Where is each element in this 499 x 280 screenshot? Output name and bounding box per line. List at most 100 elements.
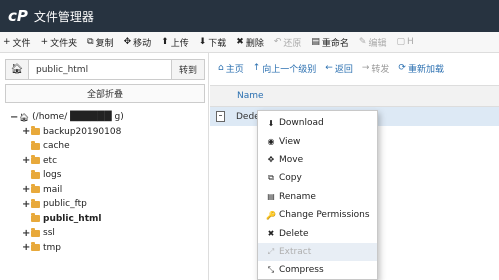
nav-label: 返回	[334, 64, 353, 75]
nav-button-4[interactable]: ⟳ 重新加载	[398, 62, 444, 75]
toolbar-button-0[interactable]: + 文件	[3, 36, 31, 49]
folder-icon	[31, 126, 40, 136]
tree-label: etc	[43, 155, 58, 166]
toolbar-label: 重命名	[321, 38, 349, 49]
collapse-icon[interactable]: −	[10, 112, 19, 123]
tree-item[interactable]: + etc	[10, 154, 124, 169]
menu-item-label: Extract	[279, 246, 312, 257]
nav-button-1[interactable]: ↑ 向上一个级别	[253, 62, 317, 75]
delete-icon: ✖	[267, 229, 275, 239]
menu-item-change-permissions[interactable]: 🔑 Change Permissions	[258, 206, 377, 224]
folder-icon	[31, 140, 40, 150]
tree-item[interactable]: cache	[10, 139, 124, 154]
expand-icon[interactable]: +	[22, 184, 31, 195]
tree-item[interactable]: public_html	[10, 212, 124, 227]
menu-item-label: Delete	[279, 228, 309, 239]
move-icon: ✥	[267, 155, 275, 165]
nav-button-0[interactable]: ⌂ 主页	[218, 62, 244, 75]
tree-item[interactable]: + tmp	[10, 241, 124, 256]
file-icon	[216, 111, 225, 122]
toolbar-button-4[interactable]: ⬆ 上传	[161, 36, 189, 49]
expand-icon[interactable]: +	[22, 228, 31, 239]
toolbar-button-10[interactable]: ▢ H	[396, 37, 413, 47]
toolbar-icon: ✎	[358, 37, 367, 47]
copy-icon: ⧉	[268, 173, 274, 183]
extract-icon: ⤢	[267, 246, 275, 256]
nav-button-2[interactable]: ← 返回	[325, 62, 353, 75]
tree-item[interactable]: + public_ftp	[10, 197, 124, 212]
tree-label: tmp	[43, 242, 62, 253]
toolbar-icon: +	[40, 37, 49, 47]
toolbar-button-9[interactable]: ✎ 编辑	[359, 36, 387, 49]
menu-item-delete[interactable]: ✖ Delete	[258, 224, 377, 242]
menu-item-label: Compress	[279, 265, 324, 276]
toolbar-button-3[interactable]: ✥ 移动	[124, 36, 152, 49]
home-folder-icon: 🏠︎	[19, 112, 30, 122]
menu-item-label: Move	[279, 154, 304, 165]
menu-item-compress[interactable]: ⤡ Compress	[258, 261, 377, 279]
go-button[interactable]: 转到	[172, 59, 205, 80]
tree-item[interactable]: + mail	[10, 183, 124, 198]
toolbar-label: 文件	[12, 38, 31, 49]
tree-label: cache	[43, 141, 70, 152]
nav-icon: ⌂	[218, 63, 224, 73]
tree-item[interactable]: logs	[10, 168, 124, 183]
collapse-all-button[interactable]: 全部折叠	[5, 84, 205, 103]
rename-icon: ▤	[267, 192, 275, 202]
menu-item-rename[interactable]: ▤ Rename	[258, 188, 377, 206]
nav-icon: ←	[325, 63, 333, 73]
menu-item-label: Copy	[279, 173, 302, 184]
menu-item-extract[interactable]: ⤢ Extract	[258, 242, 377, 262]
toolbar-icon: ▢	[396, 37, 405, 47]
menu-item-view[interactable]: ◉ View	[258, 132, 377, 150]
main-toolbar: + 文件 + 文件夹 ⧉ 复制 ✥ 移动 ⬆ 上传 ⬇ 下载 ✖ 删除 ↶ 还原 ▤ 重命名 ✎ 编辑 ▢ H	[0, 32, 499, 53]
toolbar-button-7[interactable]: ↶ 还原	[274, 36, 302, 49]
path-input[interactable]: public_html	[29, 59, 172, 80]
menu-item-download[interactable]: ⬇ Download	[258, 114, 377, 132]
toolbar-button-6[interactable]: ✖ 删除	[236, 36, 264, 49]
toolbar-icon: ✥	[123, 37, 132, 47]
menu-item-label: View	[279, 136, 301, 147]
toolbar-label: 文件夹	[50, 38, 78, 49]
toolbar-button-5[interactable]: ⬇ 下载	[199, 36, 227, 49]
column-header-name[interactable]: Name	[210, 85, 499, 107]
toolbar-button-2[interactable]: ⧉ 复制	[87, 36, 113, 49]
toolbar-label: 下载	[208, 38, 227, 49]
tree-label: ssl	[43, 228, 55, 239]
menu-item-label: Change Permissions	[279, 210, 370, 221]
tree-label: logs	[43, 170, 62, 181]
view-icon: ◉	[267, 137, 275, 147]
expand-icon[interactable]: +	[22, 199, 31, 210]
tree-item[interactable]: + backup20190108	[10, 125, 124, 140]
toolbar-button-1[interactable]: + 文件夹	[41, 36, 78, 49]
home-icon[interactable]: 🏠︎	[5, 59, 29, 80]
toolbar-icon: ⧉	[87, 37, 94, 47]
expand-icon[interactable]: +	[22, 155, 31, 166]
download-icon: ⬇	[267, 118, 275, 128]
menu-item-copy[interactable]: ⧉ Copy	[258, 169, 377, 187]
cpanel-logo: cP	[8, 7, 28, 25]
path-bar: 🏠︎ public_html 转到	[5, 59, 205, 80]
title-bar: cP 文件管理器	[0, 0, 499, 32]
expand-icon[interactable]: +	[22, 126, 31, 137]
toolbar-icon: ▤	[311, 37, 320, 47]
tree-item[interactable]: − 🏠︎ (/home/ ██████ g)	[10, 110, 124, 125]
nav-label: 转发	[371, 64, 390, 75]
compress-icon: ⤡	[267, 265, 275, 275]
nav-icon: ↑	[252, 63, 261, 73]
folder-icon	[31, 184, 40, 194]
context-menu: ⬇ Download ◉ View ✥ Move ⧉ Copy ▤ Rename 🔑 Change P…	[257, 110, 378, 280]
nav-button-3[interactable]: → 转发	[362, 62, 390, 75]
tree-label: public_html	[43, 213, 102, 224]
directory-tree: − 🏠︎ (/home/ ██████ g) + backup20190108 cache…	[10, 110, 124, 255]
menu-item-label: Download	[279, 118, 324, 129]
toolbar-icon: +	[3, 37, 11, 47]
menu-item-move[interactable]: ✥ Move	[258, 151, 377, 169]
tree-item[interactable]: + ssl	[10, 226, 124, 241]
toolbar-button-8[interactable]: ▤ 重命名	[311, 36, 349, 49]
folder-icon	[31, 227, 40, 237]
nav-icon: ⟳	[398, 63, 406, 73]
nav-label: 向上一个级别	[262, 64, 317, 75]
folder-icon	[31, 155, 40, 165]
expand-icon[interactable]: +	[22, 242, 31, 253]
